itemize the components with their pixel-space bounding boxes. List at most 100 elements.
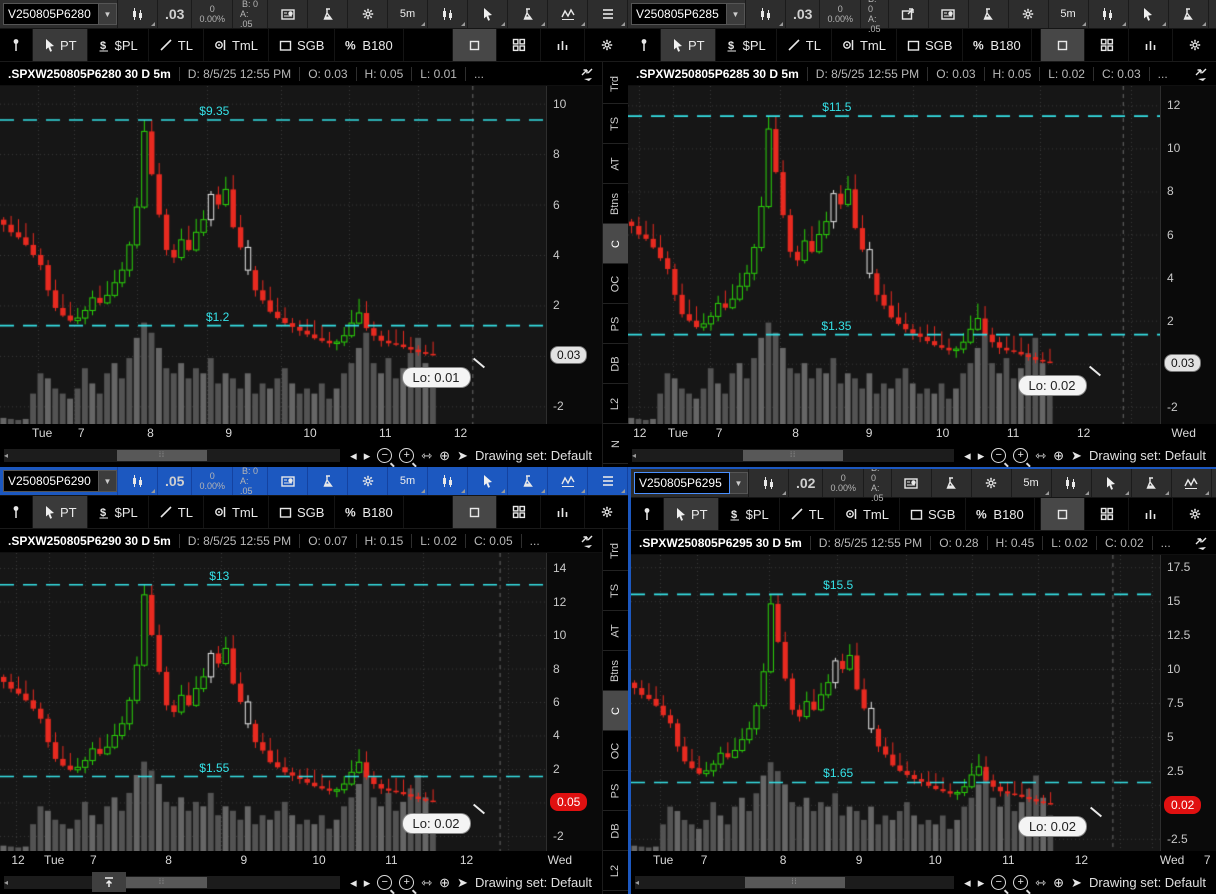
- detach-button[interactable]: [1040, 498, 1084, 530]
- strategies-button[interactable]: [1169, 0, 1209, 28]
- crosshair-button[interactable]: ⊕: [439, 875, 450, 891]
- studies-button[interactable]: [308, 467, 348, 495]
- symbol-dropdown-button[interactable]: ▼: [727, 3, 745, 25]
- tml-button[interactable]: TmL: [832, 29, 897, 61]
- pin-button[interactable]: [0, 496, 33, 528]
- pin-button[interactable]: [0, 29, 33, 61]
- trendline-button[interactable]: TL: [149, 29, 204, 61]
- scrollbar-thumb[interactable]: ⁞⁞: [117, 877, 207, 888]
- studies-button[interactable]: [932, 469, 972, 497]
- pan-right-button[interactable]: ▸: [978, 875, 985, 891]
- sidebar-tab-c[interactable]: C: [603, 224, 628, 264]
- trendline-button[interactable]: TL: [780, 498, 835, 530]
- trendline-button[interactable]: TL: [149, 496, 204, 528]
- chart-settings-button[interactable]: [972, 469, 1012, 497]
- zoom-out-button[interactable]: −: [991, 448, 1006, 463]
- symbol-input[interactable]: [3, 3, 99, 25]
- pan-left-button[interactable]: ◂: [964, 875, 971, 891]
- corporate-actions-button[interactable]: [268, 467, 308, 495]
- price-axis[interactable]: 108642-20.03: [546, 86, 602, 424]
- auto-scale-button[interactable]: [572, 534, 602, 548]
- pin-button[interactable]: [628, 29, 661, 61]
- scrollbar-thumb[interactable]: ⁞⁞: [117, 450, 207, 461]
- sidebar-tab-oc[interactable]: OC: [603, 731, 628, 771]
- settings-button[interactable]: [1172, 498, 1216, 530]
- pan-right-button[interactable]: ▸: [364, 448, 371, 464]
- cursor-mode-button[interactable]: ➤: [457, 875, 468, 891]
- detach-button[interactable]: [452, 29, 496, 61]
- columns-button[interactable]: [1128, 29, 1172, 61]
- drawings-button[interactable]: [548, 0, 588, 28]
- crosshair-button[interactable]: ⊕: [439, 448, 450, 464]
- chart-menu-button[interactable]: [588, 467, 628, 495]
- scroll-left-arrow[interactable]: ◂: [632, 451, 636, 460]
- symbol-input[interactable]: [631, 3, 727, 25]
- chart-style-button[interactable]: [118, 0, 158, 28]
- sidebar-tab-db[interactable]: DB: [603, 344, 628, 384]
- detach-button[interactable]: [1040, 29, 1084, 61]
- sgb-button[interactable]: SGB: [269, 29, 335, 61]
- auto-scale-button[interactable]: [572, 67, 602, 81]
- pan-right-button[interactable]: ▸: [978, 448, 985, 464]
- grid-layout-button[interactable]: [1084, 498, 1128, 530]
- chart-settings-button[interactable]: [348, 0, 388, 28]
- pt-button[interactable]: PT: [664, 498, 719, 530]
- symbol-input[interactable]: [3, 470, 99, 492]
- columns-button[interactable]: [540, 29, 584, 61]
- expand-up-button[interactable]: [92, 872, 126, 892]
- price-plot[interactable]: $15.5$1.65Lo: 0.02: [631, 555, 1160, 851]
- settings-button[interactable]: [1172, 29, 1216, 61]
- sidebar-tab-n[interactable]: N: [603, 424, 628, 464]
- strategies-button[interactable]: [1132, 469, 1172, 497]
- detach-button[interactable]: [452, 496, 496, 528]
- chart-style-button[interactable]: [749, 469, 789, 497]
- sidebar-tab-trd[interactable]: Trd: [603, 531, 628, 571]
- fit-width-button[interactable]: ⇿: [1035, 448, 1046, 464]
- time-axis[interactable]: Tue789101112Wed7: [631, 851, 1216, 871]
- scroll-left-arrow[interactable]: ◂: [635, 878, 639, 887]
- columns-button[interactable]: [540, 496, 584, 528]
- cursor-mode-button[interactable]: ➤: [457, 448, 468, 464]
- grid-layout-button[interactable]: [1084, 29, 1128, 61]
- timeframe-button[interactable]: 5m: [388, 467, 428, 495]
- spl-button[interactable]: $$PL: [719, 498, 780, 530]
- chart-settings-button[interactable]: [1009, 0, 1049, 28]
- drawings-button[interactable]: [1209, 0, 1216, 28]
- drawings-button[interactable]: [1172, 469, 1212, 497]
- cursor-mode-button[interactable]: ➤: [1071, 448, 1082, 464]
- sidebar-tab-db[interactable]: DB: [603, 811, 628, 851]
- cursor-tool-button[interactable]: [468, 467, 508, 495]
- scrollbar-thumb[interactable]: ⁞⁞: [743, 450, 843, 461]
- pt-button[interactable]: PT: [33, 496, 88, 528]
- zoom-in-button[interactable]: +: [399, 875, 414, 890]
- time-axis[interactable]: 12Tue789101112Wed: [628, 424, 1216, 444]
- chart-menu-button[interactable]: [588, 0, 628, 28]
- sgb-button[interactable]: SGB: [900, 498, 966, 530]
- strategies-button[interactable]: [508, 0, 548, 28]
- sidebar-tab-l2[interactable]: L2: [603, 851, 628, 891]
- b180-button[interactable]: %B180: [966, 498, 1034, 530]
- settings-button[interactable]: [584, 496, 628, 528]
- tml-button[interactable]: TmL: [204, 29, 269, 61]
- cursor-mode-button[interactable]: ➤: [1071, 875, 1082, 891]
- tml-button[interactable]: TmL: [835, 498, 900, 530]
- timeframe-button[interactable]: 5m: [388, 0, 428, 28]
- sidebar-tab-at[interactable]: AT: [603, 144, 628, 184]
- sidebar-tab-btns[interactable]: Btns: [603, 651, 628, 691]
- time-scrollbar[interactable]: ◂⁞⁞: [4, 449, 340, 462]
- price-plot[interactable]: $9.35$1.2Lo: 0.01: [0, 86, 546, 424]
- time-scrollbar[interactable]: ◂⁞⁞: [635, 876, 954, 889]
- cursor-tool-button[interactable]: [1092, 469, 1132, 497]
- chart-style-button[interactable]: [118, 467, 158, 495]
- auto-scale-button[interactable]: [1186, 67, 1216, 81]
- auto-scale-button[interactable]: [1186, 536, 1216, 550]
- spl-button[interactable]: $$PL: [716, 29, 777, 61]
- timeframe-button[interactable]: 5m: [1012, 469, 1052, 497]
- chart-type-button[interactable]: [1089, 0, 1129, 28]
- columns-button[interactable]: [1128, 498, 1172, 530]
- symbol-dropdown-button[interactable]: ▼: [99, 470, 117, 492]
- price-plot[interactable]: $11.5$1.35Lo: 0.02: [628, 86, 1160, 424]
- sidebar-tab-ps[interactable]: PS: [603, 304, 628, 344]
- chart-type-button[interactable]: [1052, 469, 1092, 497]
- symbol-dropdown-button[interactable]: ▼: [730, 472, 748, 494]
